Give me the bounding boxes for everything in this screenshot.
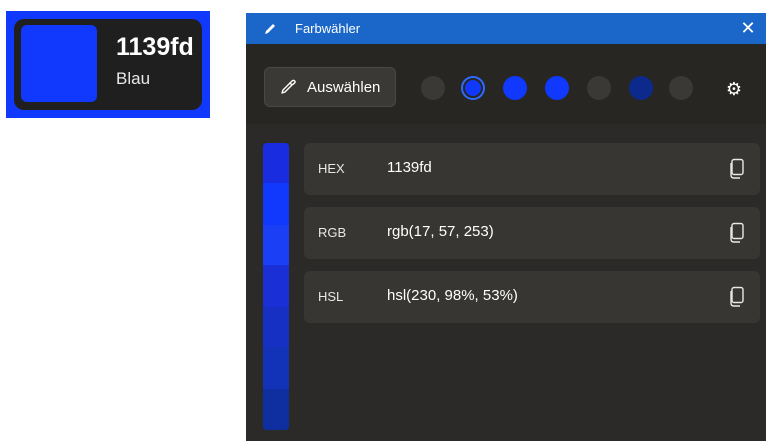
- shade-segment[interactable]: [263, 389, 289, 430]
- pick-color-label: Auswählen: [307, 79, 381, 96]
- close-icon: ✕: [740, 18, 756, 38]
- rgb-row: RGB rgb(17, 57, 253): [304, 207, 760, 259]
- color-preview-card: 1139fd Blau: [14, 19, 202, 110]
- hex-value[interactable]: 1139fd: [387, 159, 432, 176]
- titlebar: Farbwähler ✕: [246, 13, 766, 44]
- app-icon: [262, 21, 278, 37]
- shade-segment[interactable]: [263, 183, 289, 225]
- hex-row: HEX 1139fd: [304, 143, 760, 195]
- hsl-label: HSL: [318, 289, 344, 304]
- color-swatch[interactable]: [587, 76, 611, 100]
- close-button[interactable]: ✕: [730, 13, 766, 44]
- hex-label: HEX: [318, 161, 345, 176]
- eyedropper-icon: [279, 78, 297, 96]
- shade-segment[interactable]: [263, 347, 289, 389]
- color-swatch[interactable]: [545, 76, 569, 100]
- preview-hex: 1139fd: [116, 33, 194, 61]
- shade-segment[interactable]: [263, 225, 289, 265]
- settings-button[interactable]: ⚙: [724, 79, 744, 99]
- color-swatch[interactable]: [669, 76, 693, 100]
- preview-color-name: Blau: [116, 69, 151, 88]
- toolbar: Auswählen ⚙: [246, 44, 766, 152]
- shade-segment[interactable]: [263, 265, 289, 307]
- copy-icon[interactable]: [728, 158, 746, 180]
- hsl-row: HSL hsl(230, 98%, 53%): [304, 271, 760, 323]
- swatch-selected-fill: [465, 80, 481, 96]
- pick-color-button[interactable]: Auswählen: [264, 67, 396, 107]
- copy-icon[interactable]: [728, 286, 746, 308]
- rgb-label: RGB: [318, 225, 347, 240]
- swatch-selected[interactable]: [461, 76, 485, 100]
- copy-icon[interactable]: [728, 222, 746, 244]
- color-swatch[interactable]: [421, 76, 445, 100]
- color-swatch[interactable]: [629, 76, 653, 100]
- preview-swatch: [21, 25, 97, 102]
- rgb-value[interactable]: rgb(17, 57, 253): [387, 223, 494, 240]
- window-title: Farbwähler: [295, 21, 361, 36]
- color-shade-bar[interactable]: [263, 143, 289, 430]
- color-picker-window: Farbwähler ✕ Auswählen ⚙ HEX 1139fd RGB …: [246, 13, 766, 441]
- shade-segment[interactable]: [263, 143, 289, 183]
- color-preview-popup: 1139fd Blau: [6, 11, 210, 118]
- gear-icon: ⚙: [725, 79, 743, 99]
- hsl-value[interactable]: hsl(230, 98%, 53%): [387, 287, 518, 304]
- shade-segment[interactable]: [263, 307, 289, 347]
- color-swatch[interactable]: [503, 76, 527, 100]
